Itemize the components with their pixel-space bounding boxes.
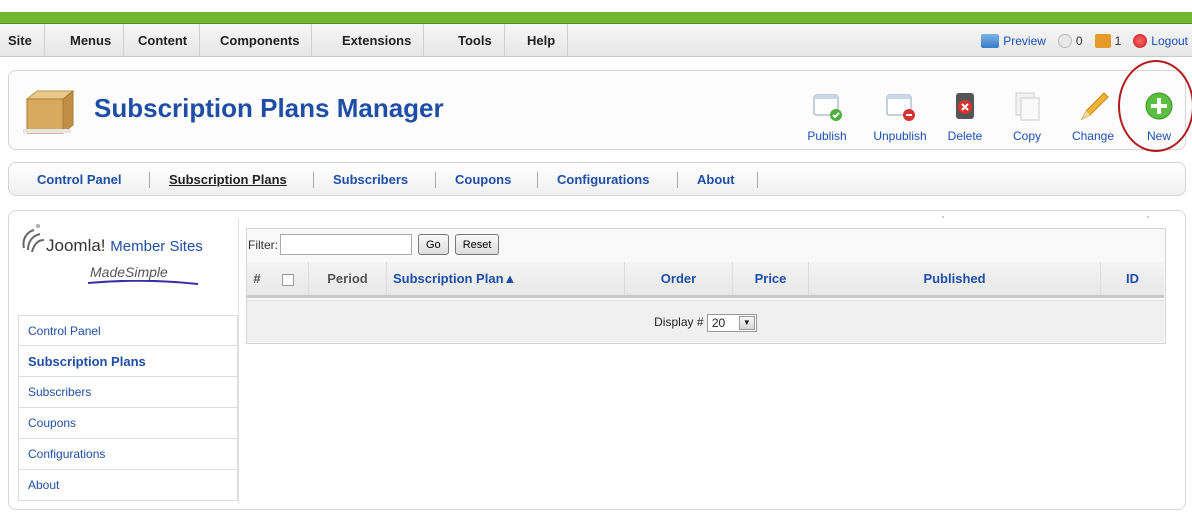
unpublish-button[interactable]: Unpublish (867, 81, 933, 143)
copy-button[interactable]: Copy (997, 81, 1057, 143)
menu-extensions[interactable]: Extensions (330, 24, 425, 57)
select-all-checkbox[interactable] (281, 273, 294, 286)
users-icon (1094, 33, 1111, 48)
menu-site[interactable]: Site (0, 24, 45, 57)
display-label: Display # (654, 315, 704, 329)
delete-icon (956, 93, 974, 119)
copy-icon (1015, 92, 1040, 121)
tab-separator (537, 172, 538, 188)
reset-button[interactable]: Reset (454, 234, 500, 255)
tab-control-panel[interactable]: Control Panel (25, 163, 134, 197)
change-button[interactable]: Change (1063, 81, 1123, 143)
delete-button[interactable]: Delete (935, 81, 995, 143)
component-box-icon (23, 89, 75, 135)
logout-icon (1133, 33, 1148, 48)
col-select-all (267, 262, 309, 295)
tab-separator (435, 172, 436, 188)
col-order[interactable]: Order (625, 262, 733, 295)
tab-separator (757, 172, 758, 188)
logo-swoosh (88, 280, 198, 285)
submenu-tabs: Control Panel Subscription Plans Subscri… (8, 162, 1186, 196)
filter-input[interactable] (280, 234, 412, 255)
messages-count[interactable]: 0 (1057, 33, 1083, 48)
tab-configurations[interactable]: Configurations (545, 163, 661, 197)
menu-tools[interactable]: Tools (446, 24, 505, 57)
sidebar-item-subscription-plans[interactable]: Subscription Plans (18, 346, 238, 377)
filter-label: Filter: (248, 237, 278, 252)
col-subscription-plan[interactable]: Subscription Plan▲ (387, 262, 625, 295)
col-period[interactable]: Period (309, 262, 387, 295)
member-sites-logo: Joomla! Member Sites MadeSimple (18, 218, 238, 288)
menu-help[interactable]: Help (515, 24, 569, 57)
tab-subscription-plans[interactable]: Subscription Plans (157, 163, 299, 197)
chevron-down-icon: ▼ (738, 315, 755, 330)
tab-separator (677, 172, 678, 188)
sidebar-item-coupons[interactable]: Coupons (18, 408, 238, 439)
new-button-highlight (1118, 60, 1192, 152)
tab-separator (149, 172, 150, 188)
decor-dot (1147, 216, 1149, 218)
tab-coupons[interactable]: Coupons (443, 163, 523, 197)
tab-about[interactable]: About (685, 163, 747, 197)
joomla-logo-icon (22, 224, 45, 252)
decor-dot (942, 216, 944, 218)
menu-components[interactable]: Components (208, 24, 313, 57)
col-number: # (253, 271, 261, 286)
logo-tagline: MadeSimple (90, 264, 168, 280)
page-title: Subscription Plans Manager (94, 93, 444, 123)
sidebar-item-control-panel[interactable]: Control Panel (18, 315, 238, 346)
preview-link[interactable]: Preview (981, 33, 1046, 48)
logo-brand: Joomla! Member Sites (46, 236, 203, 255)
pencil-icon (1080, 92, 1109, 121)
table-footer: Display # 20 ▼ (247, 300, 1164, 342)
col-published[interactable]: Published (809, 262, 1101, 295)
col-id[interactable]: ID (1101, 262, 1164, 295)
sidebar-item-subscribers[interactable]: Subscribers (18, 377, 238, 408)
go-button[interactable]: Go (418, 234, 449, 255)
publish-icon (813, 94, 842, 121)
tab-separator (313, 172, 314, 188)
publish-button[interactable]: Publish (797, 81, 857, 143)
sidebar-item-configurations[interactable]: Configurations (18, 439, 238, 470)
table-header-row: # Period Subscription Plan▲ Order Price … (247, 262, 1164, 298)
users-count[interactable]: 1 (1094, 33, 1121, 48)
sidebar-nav: Control Panel Subscription Plans Subscri… (18, 315, 238, 501)
display-count-select[interactable]: 20 ▼ (706, 313, 757, 332)
status-area: Preview 0 1 Logout (981, 24, 1192, 57)
col-price[interactable]: Price (733, 262, 809, 295)
top-strip (0, 12, 1192, 24)
filter-row: Filter: Go Reset (248, 234, 505, 255)
logout-link[interactable]: Logout (1133, 33, 1188, 48)
menu-bar: Site Menus Content Components Extensions… (0, 24, 1192, 57)
header-box: Subscription Plans Manager Publish Unpub… (8, 70, 1186, 150)
tab-subscribers[interactable]: Subscribers (321, 163, 420, 197)
menu-menus[interactable]: Menus (58, 24, 125, 57)
message-icon (1057, 33, 1072, 48)
preview-icon (981, 33, 1000, 48)
sidebar-item-about[interactable]: About (18, 470, 238, 501)
sidebar-divider (238, 218, 239, 504)
menu-content[interactable]: Content (126, 24, 201, 57)
unpublish-icon (886, 94, 915, 121)
